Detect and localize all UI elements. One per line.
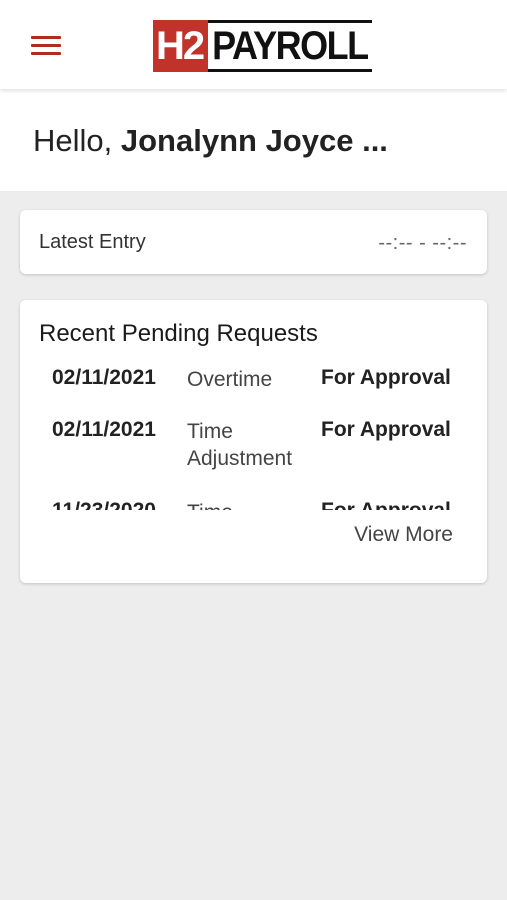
logo-payroll-text: PAYROLL	[212, 22, 369, 68]
view-more-link[interactable]: View More	[354, 523, 453, 547]
greeting-prefix: Hello,	[33, 123, 121, 158]
request-type: Time	[187, 499, 317, 510]
pending-requests-title: Recent Pending Requests	[39, 320, 318, 347]
request-date: 02/11/2021	[52, 366, 156, 389]
app-header: H2 PAYROLL	[0, 0, 507, 89]
request-status: For Approval	[321, 366, 451, 389]
user-name: Jonalynn Joyce ...	[120, 123, 388, 158]
h2payroll-logo: H2 PAYROLL	[153, 20, 372, 72]
hamburger-menu-icon[interactable]	[31, 35, 61, 55]
pending-requests-card: Recent Pending Requests 02/11/2021 Overt…	[20, 300, 487, 583]
request-type: Time Adjustment	[187, 420, 293, 470]
latest-entry-value: --:-- - --:--	[378, 232, 467, 254]
latest-entry-card: Latest Entry --:-- - --:--	[20, 210, 487, 274]
greeting-text: Hello, Jonalynn Joyce ...	[33, 123, 388, 159]
request-date: 11/23/2020	[52, 499, 156, 510]
request-status: For Approval	[321, 499, 451, 510]
request-status: For Approval	[321, 418, 451, 441]
request-date: 02/11/2021	[52, 418, 156, 441]
latest-entry-label: Latest Entry	[39, 231, 146, 253]
logo-h2-mark: H2	[153, 20, 209, 72]
request-type: Overtime	[187, 368, 273, 391]
greeting-section: Hello, Jonalynn Joyce ...	[0, 89, 507, 191]
logo-payroll-wordmark: PAYROLL	[208, 20, 372, 72]
pending-requests-list[interactable]: 02/11/2021 Overtime For Approval 02/11/2…	[20, 366, 487, 510]
